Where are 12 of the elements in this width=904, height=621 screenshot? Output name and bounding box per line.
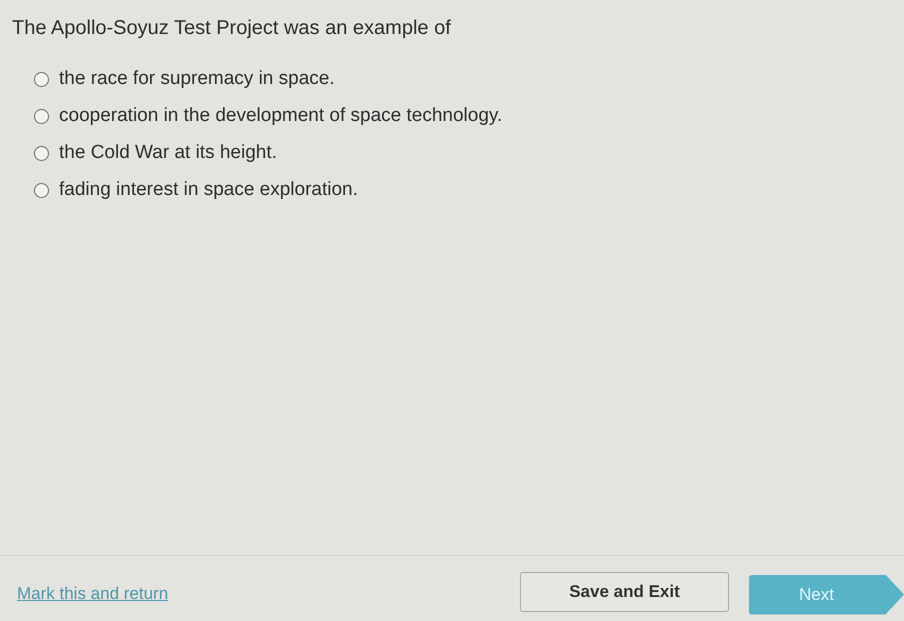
mark-and-return-link[interactable]: Mark this and return	[17, 580, 168, 606]
radio-button[interactable]	[34, 182, 49, 198]
option-label: fading interest in space exploration.	[59, 178, 358, 202]
next-button[interactable]: Next	[749, 574, 904, 614]
radio-button[interactable]	[34, 146, 49, 160]
save-and-exit-button[interactable]: Save and Exit	[520, 572, 729, 612]
radio-button[interactable]	[34, 108, 49, 124]
question-text: The Apollo-Soyuz Test Project was an example of	[12, 16, 451, 41]
option-label: the Cold War at its height.	[59, 141, 277, 165]
option-label: cooperation in the development of space technology.	[59, 104, 502, 128]
radio-button[interactable]	[34, 72, 49, 86]
option-label: the race for supremacy in space.	[59, 67, 335, 91]
